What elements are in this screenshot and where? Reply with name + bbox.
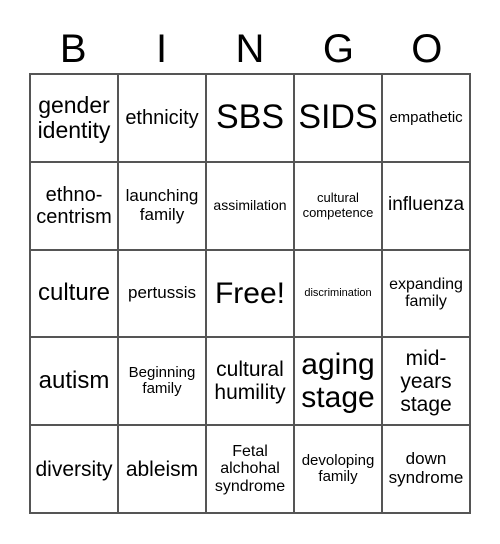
bingo-cell[interactable]: ableism xyxy=(118,425,206,513)
bingo-cell[interactable]: gender identity xyxy=(30,74,118,162)
bingo-cell[interactable]: pertussis xyxy=(118,249,206,338)
header-letter-i: I xyxy=(156,27,168,71)
bingo-cell[interactable]: influenza xyxy=(382,161,470,250)
bingo-header: B I N G O xyxy=(29,26,471,72)
bingo-cell[interactable]: Free! xyxy=(206,249,294,338)
bingo-cell[interactable]: diversity xyxy=(30,425,118,513)
bingo-cell[interactable]: Beginning family xyxy=(118,337,206,426)
bingo-cell[interactable]: mid- years stage xyxy=(382,337,470,426)
bingo-cell[interactable]: devoloping family xyxy=(294,425,382,513)
bingo-cell[interactable]: SIDS xyxy=(294,74,382,162)
bingo-cell[interactable]: assimilation xyxy=(206,161,294,250)
bingo-cell[interactable]: down syndrome xyxy=(382,425,470,513)
bingo-cell[interactable]: ethno- centrism xyxy=(30,161,118,250)
bingo-cell[interactable]: cultural competence xyxy=(294,161,382,250)
header-letter-n: N xyxy=(235,27,265,71)
bingo-cell[interactable]: culture xyxy=(30,249,118,338)
header-letter-b: B xyxy=(59,27,87,71)
bingo-cell[interactable]: aging stage xyxy=(294,337,382,426)
bingo-cell[interactable]: autism xyxy=(30,337,118,426)
header-letter-o: O xyxy=(411,27,443,71)
bingo-cell[interactable]: SBS xyxy=(206,74,294,162)
bingo-cell[interactable]: Fetal alchohal syndrome xyxy=(206,425,294,513)
bingo-cell[interactable]: ethnicity xyxy=(118,74,206,162)
bingo-cell[interactable]: empathetic xyxy=(382,74,470,162)
header-letter-g: G xyxy=(322,27,354,71)
bingo-grid: gender identity ethnicity SBS SIDS empatheti… xyxy=(29,73,471,514)
bingo-cell[interactable]: discrimination xyxy=(294,249,382,338)
bingo-cell[interactable]: expanding family xyxy=(382,249,470,338)
bingo-cell[interactable]: launching family xyxy=(118,161,206,250)
bingo-cell[interactable]: cultural humility xyxy=(206,337,294,426)
